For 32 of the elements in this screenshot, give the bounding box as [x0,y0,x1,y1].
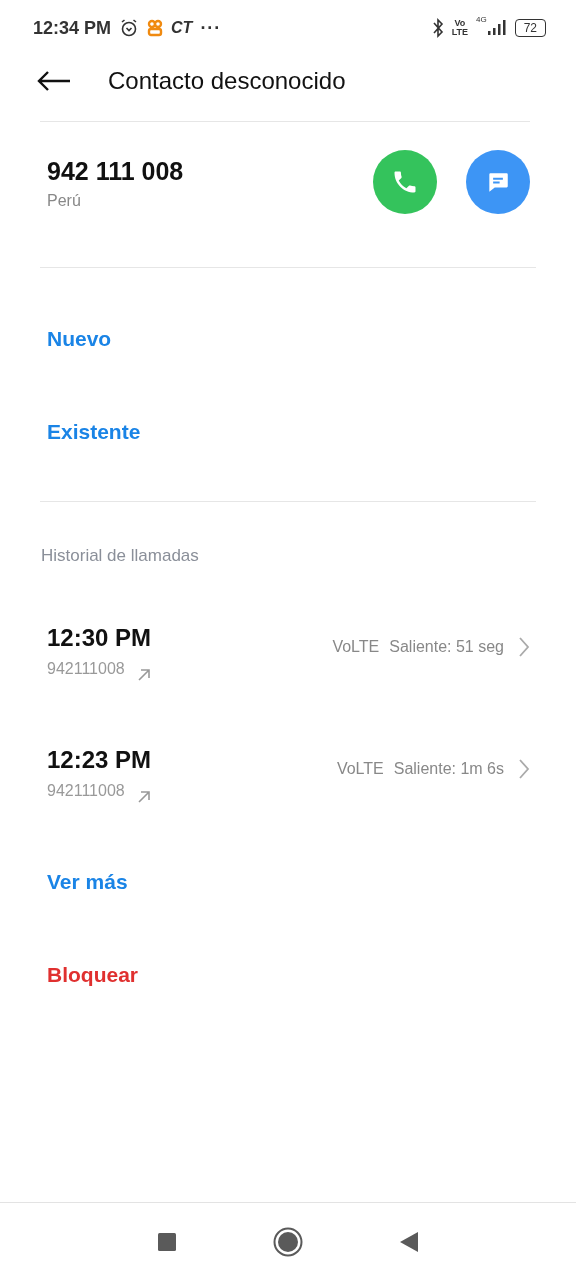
outgoing-arrow-icon [136,668,151,682]
section-title: Historial de llamadas [41,546,200,566]
call-number: 942111008 [47,782,125,800]
signal-icon [486,20,507,36]
back-arrow-icon [37,71,71,91]
page-title: Contacto desconocido [108,67,346,95]
more-indicator: ··· [200,17,222,39]
country-label: Perú [47,192,82,210]
back-nav-button[interactable] [399,1230,419,1253]
network-label: VoLTE [336,760,384,778]
action-link[interactable]: Existente [47,385,141,478]
call-time: 12:23 PM [47,746,153,774]
action-link[interactable]: Nuevo [47,292,112,385]
bluetooth-icon [431,18,444,38]
call-time: 12:30 PM [47,624,153,652]
action-link[interactable]: Bloquear [47,928,138,1021]
app-icon [147,19,164,37]
carrier-label: CT [171,19,193,37]
phone-number: 942 111 008 [47,157,185,186]
generation-label: 4G [475,15,487,24]
action-link[interactable]: Ver más [47,835,128,928]
call-number: 942111008 [47,660,125,678]
outgoing-arrow-icon [136,790,151,804]
battery-indicator: 72 [514,19,546,37]
call-detail: Saliente: 1m 6s [393,760,504,778]
network-label: Vo [454,19,466,28]
network-label: VoLTE [332,638,380,656]
network-label: LTE [451,28,468,37]
recent-apps-button[interactable] [157,1231,177,1252]
home-button[interactable] [273,1226,303,1257]
call-detail: Saliente: 51 seg [389,638,504,656]
clock: 12:34 PM [33,17,112,39]
